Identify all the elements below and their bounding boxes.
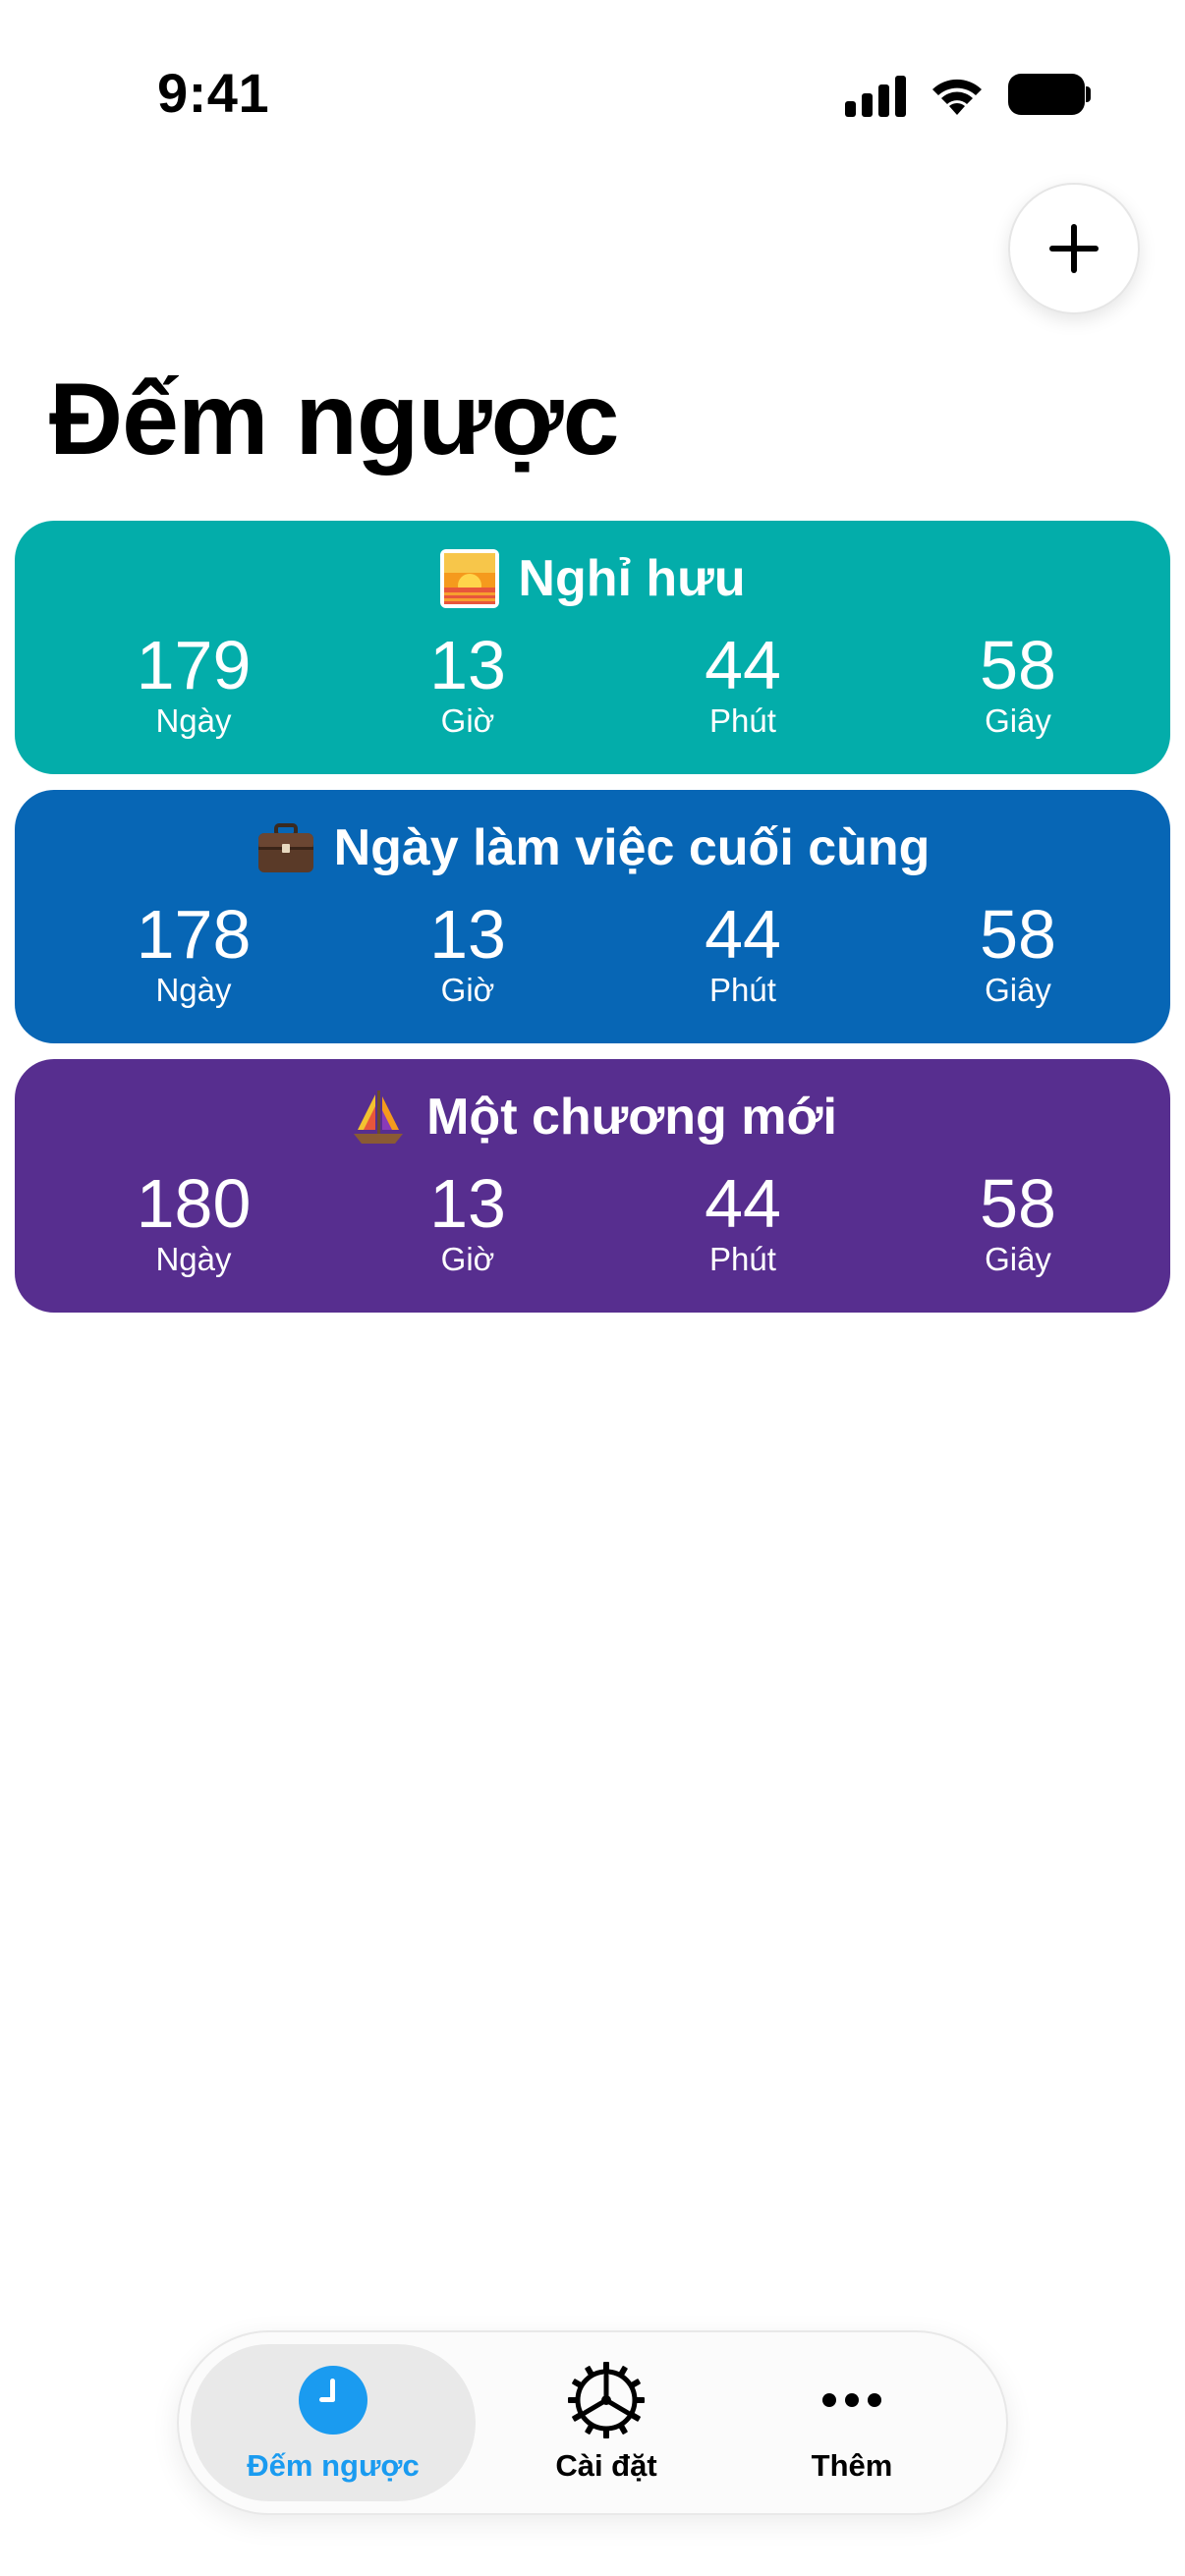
tab-countdown[interactable]: Đếm ngược — [191, 2344, 476, 2501]
countdown-title-text: Ngày làm việc cuối cùng — [333, 819, 931, 876]
days-label: Ngày — [155, 1241, 232, 1277]
days-label: Ngày — [155, 702, 232, 739]
countdown-card[interactable]: Một chương mới 180 Ngày 13 Giờ 44 Phút 5… — [15, 1059, 1170, 1313]
days-unit: 180 Ngày — [76, 1167, 311, 1279]
days-value: 178 — [136, 896, 252, 973]
tab-bar: Đếm ngược Cài đặt Thêm — [177, 2330, 1008, 2515]
seconds-unit: 58 Giây — [900, 629, 1136, 741]
status-icons — [845, 69, 1091, 120]
countdown-units: 180 Ngày 13 Giờ 44 Phút 58 Giây — [15, 1167, 1170, 1295]
battery-icon — [1008, 74, 1091, 115]
days-value: 180 — [136, 1165, 252, 1242]
sunrise-emoji-icon — [440, 549, 500, 608]
countdown-card[interactable]: Ngày làm việc cuối cùng 178 Ngày 13 Giờ … — [15, 790, 1170, 1043]
countdown-screen: 9:41 Đếm ngược Nghỉ hưu 179 Ngày 13 Giờ … — [0, 0, 1185, 2576]
days-unit: 179 Ngày — [76, 629, 311, 741]
countdown-title-text: Một chương mới — [426, 1089, 837, 1146]
countdown-card[interactable]: Nghỉ hưu 179 Ngày 13 Giờ 44 Phút 58 Giây — [15, 521, 1170, 774]
minutes-value: 44 — [705, 627, 781, 703]
hours-label: Giờ — [440, 702, 495, 739]
seconds-unit: 58 Giây — [900, 1167, 1136, 1279]
minutes-label: Phút — [709, 1241, 776, 1277]
countdown-units: 178 Ngày 13 Giờ 44 Phút 58 Giây — [15, 898, 1170, 1026]
hours-value: 13 — [429, 896, 506, 973]
minutes-value: 44 — [705, 896, 781, 973]
seconds-value: 58 — [980, 896, 1056, 973]
countdown-card-title: Nghỉ hưu — [15, 548, 1170, 609]
tab-more[interactable]: Thêm — [729, 2344, 975, 2501]
hours-unit: 13 Giờ — [350, 1167, 586, 1279]
minutes-label: Phút — [709, 702, 776, 739]
countdown-units: 179 Ngày 13 Giờ 44 Phút 58 Giây — [15, 629, 1170, 756]
days-unit: 178 Ngày — [76, 898, 311, 1010]
countdown-title-text: Nghỉ hưu — [518, 550, 746, 607]
seconds-label: Giây — [985, 972, 1051, 1008]
status-time: 9:41 — [157, 62, 270, 124]
minutes-label: Phút — [709, 972, 776, 1008]
minutes-unit: 44 Phút — [625, 629, 861, 741]
seconds-label: Giây — [985, 1241, 1051, 1277]
plus-icon — [1049, 224, 1099, 273]
tab-settings-label: Cài đặt — [555, 2448, 657, 2483]
countdown-card-title: Ngày làm việc cuối cùng — [15, 817, 1170, 878]
gear-icon — [568, 2362, 645, 2438]
hours-value: 13 — [429, 1165, 506, 1242]
status-bar: 9:41 — [0, 0, 1185, 187]
seconds-value: 58 — [980, 627, 1056, 703]
minutes-unit: 44 Phút — [625, 1167, 861, 1279]
hours-label: Giờ — [440, 972, 495, 1008]
tab-countdown-label: Đếm ngược — [247, 2448, 420, 2483]
sailboat-emoji-icon — [354, 1091, 404, 1144]
seconds-unit: 58 Giây — [900, 898, 1136, 1010]
countdown-list: Nghỉ hưu 179 Ngày 13 Giờ 44 Phút 58 Giây — [15, 521, 1170, 1328]
minutes-unit: 44 Phút — [625, 898, 861, 1010]
more-dots-icon — [822, 2393, 881, 2407]
briefcase-emoji-icon — [257, 823, 313, 872]
minutes-value: 44 — [705, 1165, 781, 1242]
tab-more-label: Thêm — [811, 2448, 893, 2483]
days-value: 179 — [136, 627, 252, 703]
page-title: Đếm ngược — [49, 363, 619, 476]
cellular-signal-icon — [845, 72, 906, 117]
days-label: Ngày — [155, 972, 232, 1008]
wifi-icon — [932, 79, 982, 115]
hours-unit: 13 Giờ — [350, 629, 586, 741]
countdown-card-title: Một chương mới — [15, 1087, 1170, 1148]
tab-settings[interactable]: Cài đặt — [495, 2344, 717, 2501]
hours-label: Giờ — [440, 1241, 495, 1277]
add-countdown-button[interactable] — [1008, 183, 1140, 314]
clock-icon — [299, 2366, 367, 2435]
hours-value: 13 — [429, 627, 506, 703]
seconds-value: 58 — [980, 1165, 1056, 1242]
hours-unit: 13 Giờ — [350, 898, 586, 1010]
seconds-label: Giây — [985, 702, 1051, 739]
